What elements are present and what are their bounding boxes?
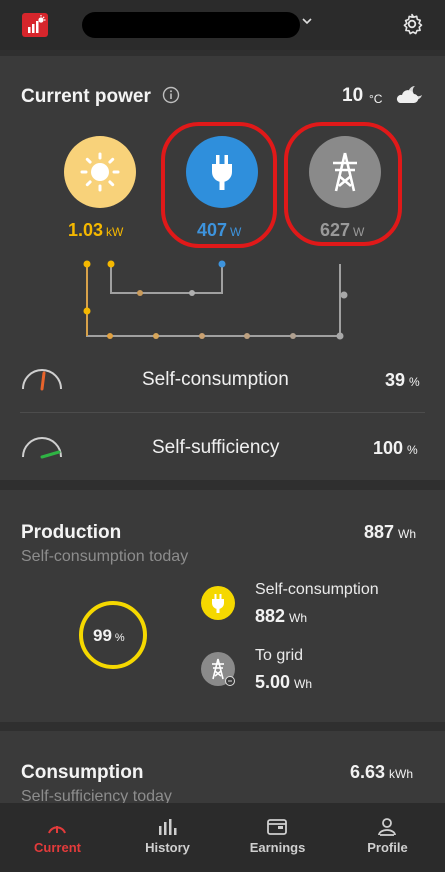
- production-total-number: 887: [364, 522, 395, 542]
- nav-earnings[interactable]: Earnings: [222, 803, 333, 872]
- to-grid-label: To grid: [255, 647, 304, 664]
- nav-profile[interactable]: Profile: [332, 803, 443, 872]
- to-grid-number: 5.00: [255, 672, 291, 692]
- solar-power-value: 1.03 kW: [68, 220, 123, 241]
- temperature-unit: °C: [369, 92, 383, 106]
- top-bar: [0, 0, 445, 50]
- sun-icon: [80, 152, 120, 192]
- self-sufficiency-gauge-icon: [22, 437, 62, 459]
- consumption-total: 6.63 kWh: [350, 762, 413, 783]
- production-percent-number: 99: [93, 626, 112, 645]
- app-logo-icon[interactable]: [22, 13, 48, 37]
- to-grid-unit: Wh: [294, 677, 313, 691]
- nav-profile-label: Profile: [367, 840, 408, 855]
- consumption-total-unit: kWh: [389, 767, 414, 781]
- nav-current[interactable]: Current: [2, 803, 113, 872]
- consumption-total-number: 6.63: [350, 762, 386, 782]
- info-icon[interactable]: [162, 86, 180, 104]
- current-power-card: Current power 10 °C 1.03 kW 407 W 627 W …: [0, 56, 445, 480]
- row-divider: [20, 412, 425, 413]
- self-consumption-number: 39: [385, 370, 406, 390]
- self-consumption-label: Self-consumption: [142, 369, 289, 390]
- nav-current-label: Current: [34, 840, 81, 855]
- self-sufficiency-value: 100%: [373, 438, 418, 459]
- production-total: 887 Wh: [364, 522, 416, 543]
- gear-icon[interactable]: [400, 12, 424, 36]
- nav-earnings-label: Earnings: [249, 840, 306, 855]
- gauge-icon: [48, 826, 66, 834]
- chevron-down-icon[interactable]: [300, 14, 314, 28]
- bar-chart-icon: [159, 819, 177, 835]
- temperature-value: 10: [342, 85, 364, 106]
- nav-history-label: History: [145, 840, 190, 855]
- highlight-consumption: [161, 122, 277, 248]
- production-percent-unit: %: [114, 632, 125, 644]
- production-self-consumption-value: 882 Wh: [255, 606, 307, 627]
- production-total-unit: Wh: [398, 527, 417, 541]
- production-card[interactable]: Production 887 Wh Self-consumption today …: [0, 490, 445, 722]
- nav-history[interactable]: History: [112, 803, 223, 872]
- self-consumption-unit: %: [409, 375, 420, 389]
- highlight-grid: [284, 122, 402, 246]
- production-subtitle: Self-consumption today: [21, 548, 189, 565]
- production-self-consumption-label: Self-consumption: [255, 581, 379, 598]
- solar-power-number: 1.03: [68, 220, 104, 240]
- self-sufficiency-unit: %: [407, 443, 418, 457]
- production-title: Production: [21, 522, 122, 543]
- self-sufficiency-number: 100: [373, 438, 404, 458]
- person-icon: [378, 818, 396, 836]
- bottom-navigation: Current History Earnings Profile: [0, 803, 445, 872]
- energy-flow-diagram: [83, 260, 348, 340]
- production-percent: 99%: [93, 626, 125, 646]
- self-consumption-value: 39%: [385, 370, 420, 391]
- solar-power-unit: kW: [106, 225, 124, 239]
- to-grid-tower-icon: [201, 652, 235, 686]
- consumption-subtitle: Self-sufficiency today: [21, 788, 172, 803]
- current-power-title: Current power: [21, 86, 151, 107]
- production-self-consumption-number: 882: [255, 606, 286, 626]
- cloud-night-icon: [396, 86, 422, 103]
- consumption-card[interactable]: Consumption 6.63 kWh Self-sufficiency tod…: [0, 731, 445, 803]
- to-grid-value: 5.00 Wh: [255, 672, 312, 693]
- wallet-icon: [267, 819, 287, 835]
- site-selector[interactable]: [82, 12, 300, 38]
- self-sufficiency-label: Self-sufficiency: [152, 437, 280, 458]
- self-consumption-gauge-icon: [22, 369, 62, 391]
- self-consumption-plug-icon: [201, 586, 235, 620]
- production-self-consumption-unit: Wh: [289, 611, 308, 625]
- solar-indicator[interactable]: [64, 136, 136, 208]
- consumption-title: Consumption: [21, 762, 144, 783]
